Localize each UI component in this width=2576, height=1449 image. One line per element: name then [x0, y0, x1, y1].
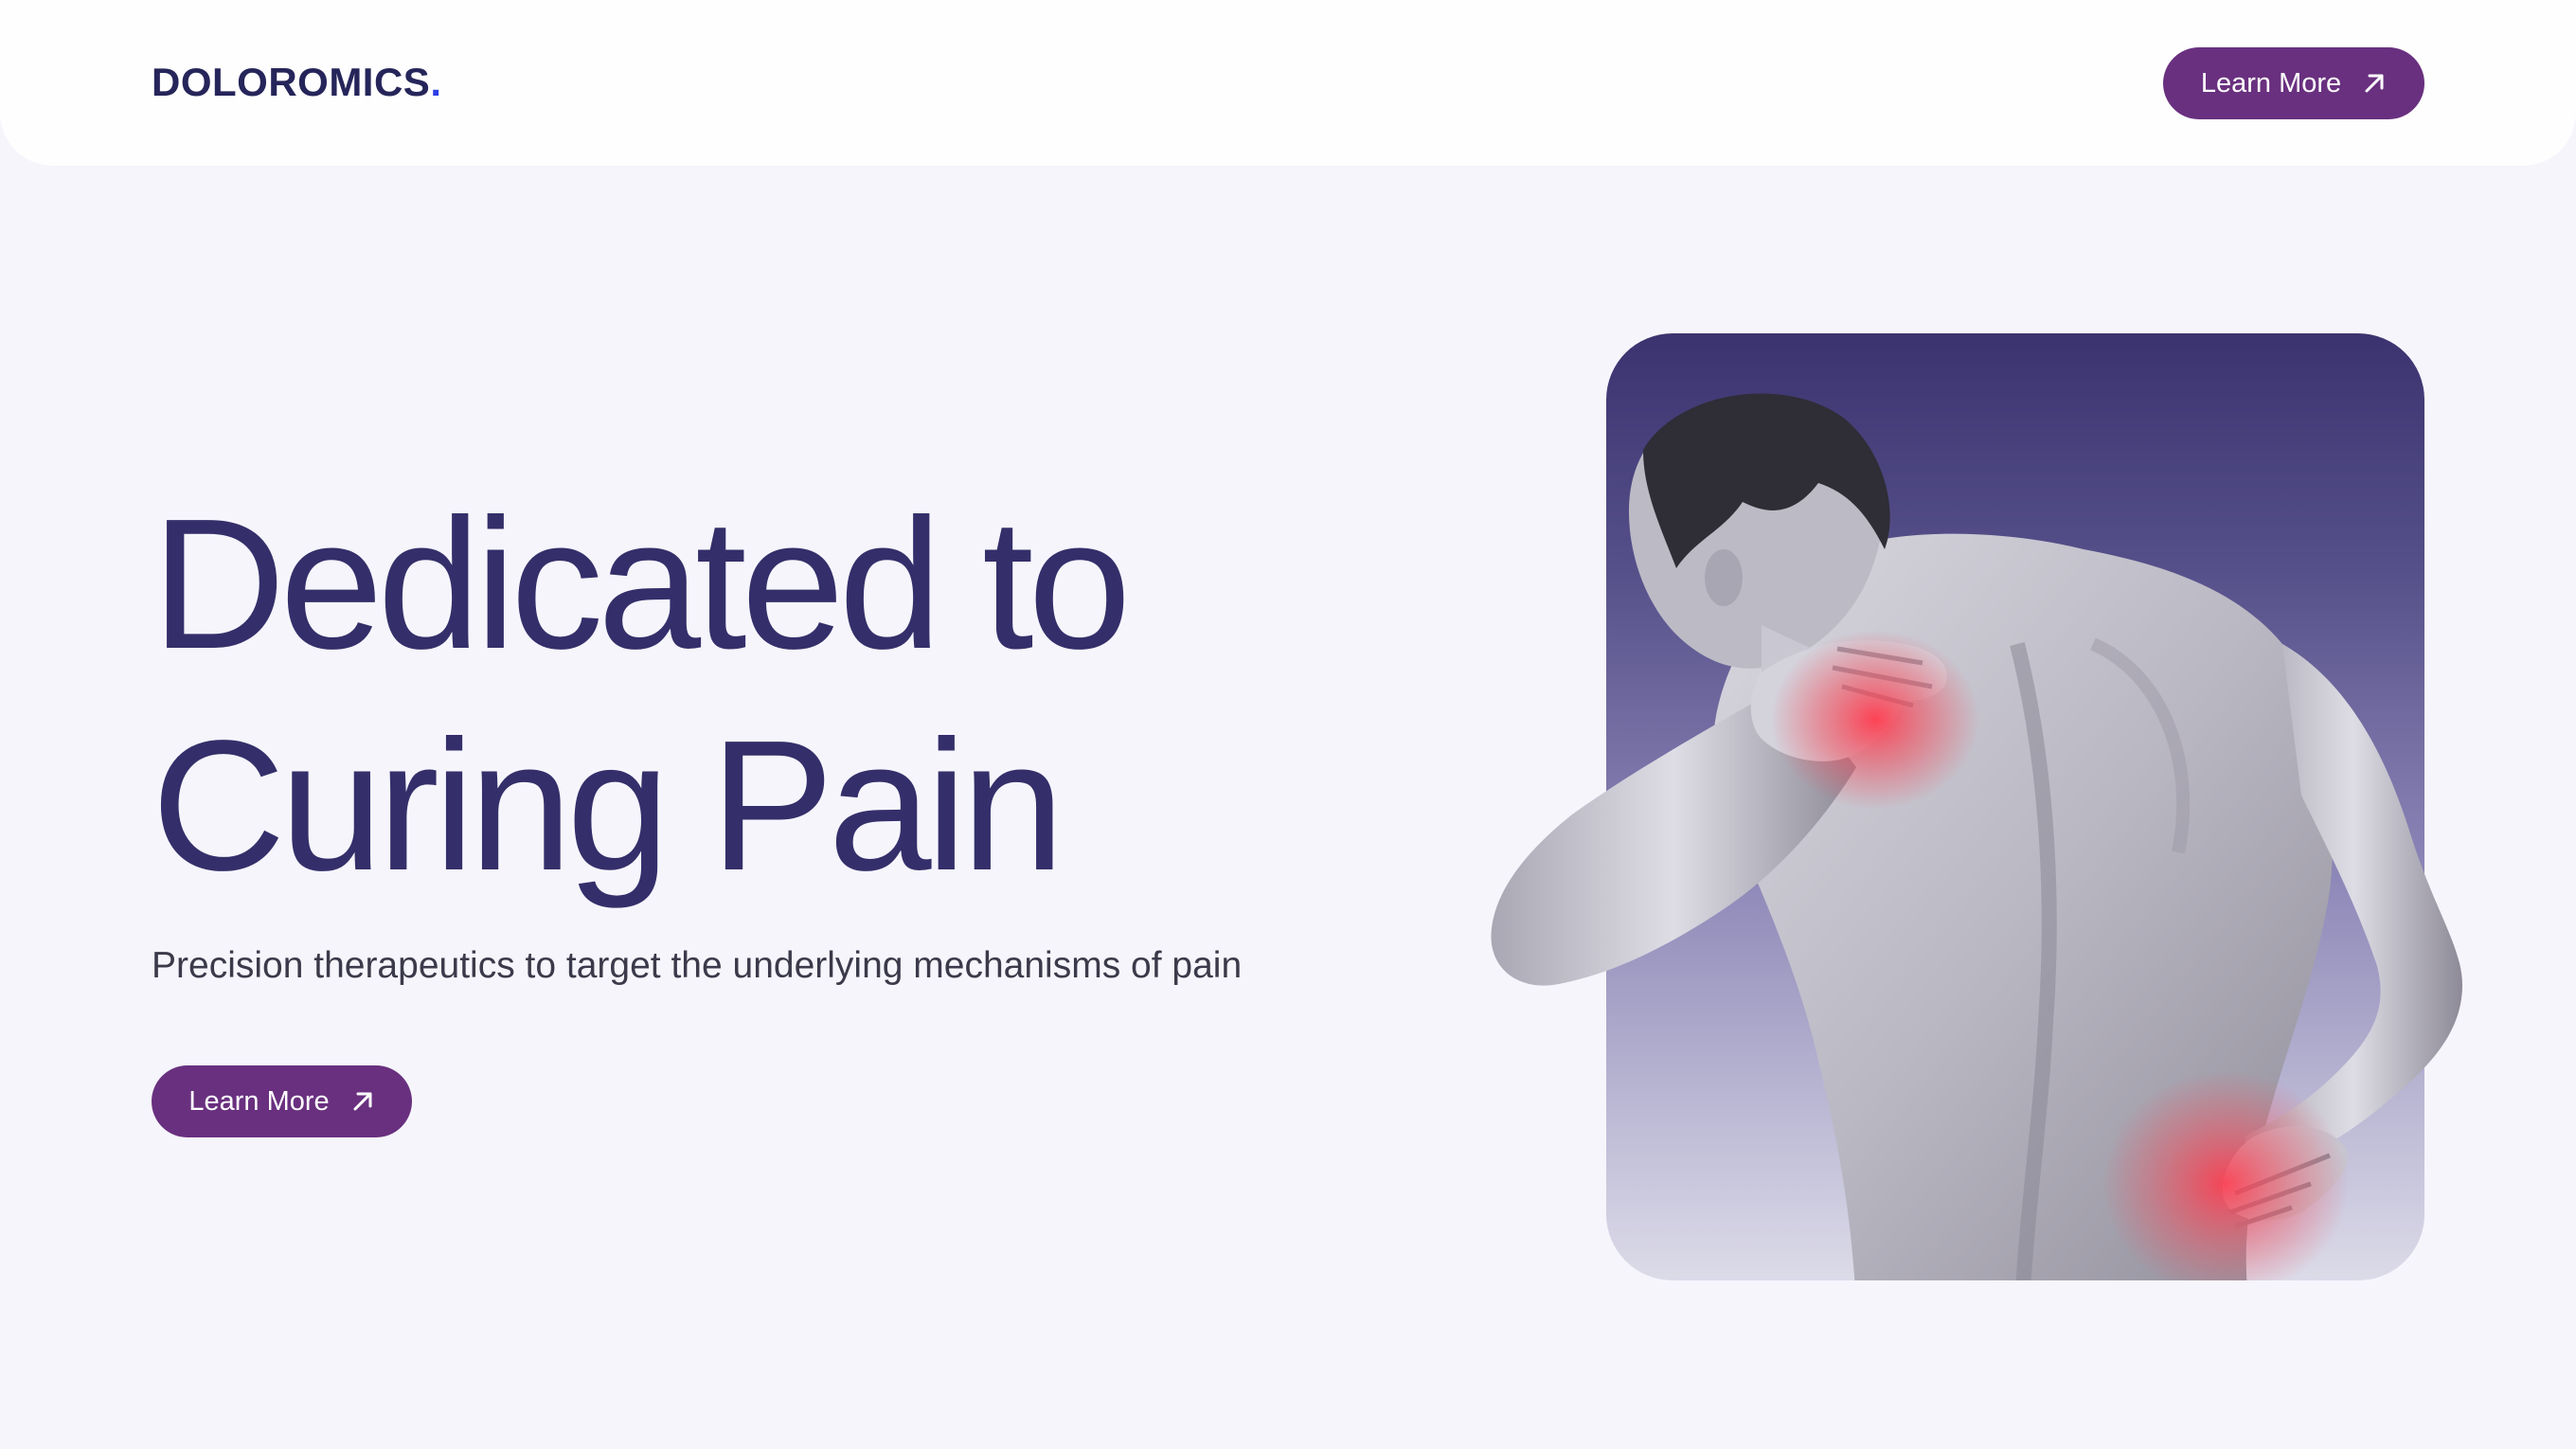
header-learn-more-button[interactable]: Learn More — [2163, 47, 2424, 119]
brand-logo[interactable]: DOLOROMICS. — [152, 59, 442, 106]
site-header: DOLOROMICS. Learn More — [0, 0, 2576, 166]
hero-learn-more-label: Learn More — [188, 1085, 330, 1117]
logo-text: DOLOROMICS — [152, 60, 431, 104]
arrow-up-right-icon — [350, 1089, 375, 1114]
hero-image-man-in-pain — [1491, 393, 2462, 1280]
hero-subtitle: Precision therapeutics to target the und… — [152, 945, 1243, 986]
arrow-up-right-icon — [2362, 71, 2387, 96]
figure-body — [1491, 393, 2462, 1280]
hero-title: Dedicated to Curing Pain — [152, 474, 1131, 917]
hero-learn-more-button[interactable]: Learn More — [152, 1065, 412, 1137]
logo-dot: . — [430, 60, 442, 104]
hero-title-line-2: Curing Pain — [152, 702, 1064, 909]
header-learn-more-label: Learn More — [2200, 67, 2342, 98]
hero-title-line-1: Dedicated to — [152, 480, 1131, 688]
